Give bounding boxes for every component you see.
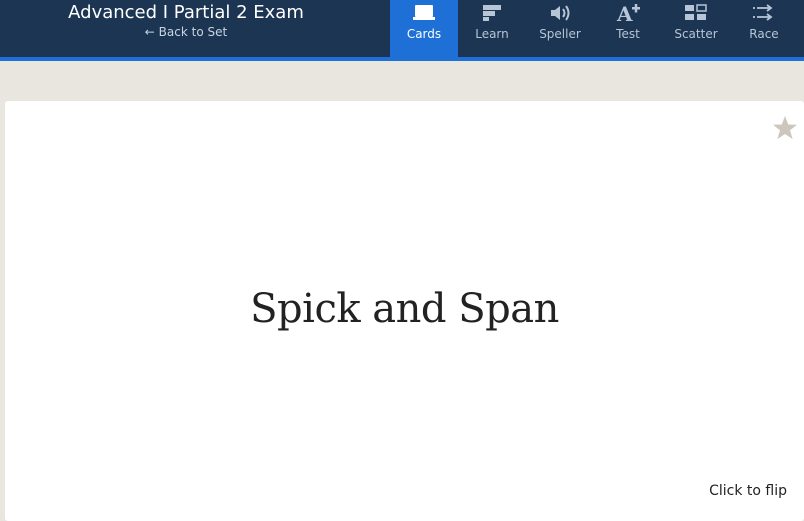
- cards-icon: [390, 0, 458, 26]
- header-accent-stripe: [0, 57, 804, 61]
- click-to-flip-hint: Click to flip: [709, 483, 787, 499]
- top-navigation-bar: Advanced I Partial 2 Exam ← Back to Set …: [0, 0, 804, 57]
- tab-race[interactable]: Race: [730, 0, 798, 57]
- learn-icon: [458, 0, 526, 26]
- tab-speller-label: Speller: [539, 27, 581, 41]
- tab-scatter[interactable]: Scatter: [662, 0, 730, 57]
- tab-speller[interactable]: Speller: [526, 0, 594, 57]
- speaker-icon: [526, 0, 594, 26]
- tab-learn[interactable]: Learn: [458, 0, 526, 57]
- tab-race-label: Race: [749, 27, 779, 41]
- tab-scatter-label: Scatter: [674, 27, 718, 41]
- star-icon[interactable]: [770, 113, 800, 143]
- tab-learn-label: Learn: [475, 27, 509, 41]
- tab-test[interactable]: A Test: [594, 0, 662, 57]
- back-to-set-link[interactable]: ← Back to Set: [0, 25, 372, 39]
- set-title-block: Advanced I Partial 2 Exam ← Back to Set: [0, 0, 372, 57]
- card-term: Spick and Span: [250, 286, 559, 332]
- scatter-icon: [662, 0, 730, 26]
- tab-cards-label: Cards: [406, 27, 442, 41]
- tab-cards[interactable]: Cards: [390, 0, 458, 57]
- flashcard[interactable]: Spick and Span Click to flip: [5, 101, 804, 521]
- svg-text:A: A: [616, 2, 633, 24]
- tab-test-label: Test: [616, 27, 640, 41]
- set-title: Advanced I Partial 2 Exam: [68, 2, 304, 23]
- study-mode-tabs: Cards Learn Speller A Test Scatter Race: [390, 0, 798, 57]
- test-icon: A: [594, 0, 662, 26]
- race-icon: [730, 0, 798, 26]
